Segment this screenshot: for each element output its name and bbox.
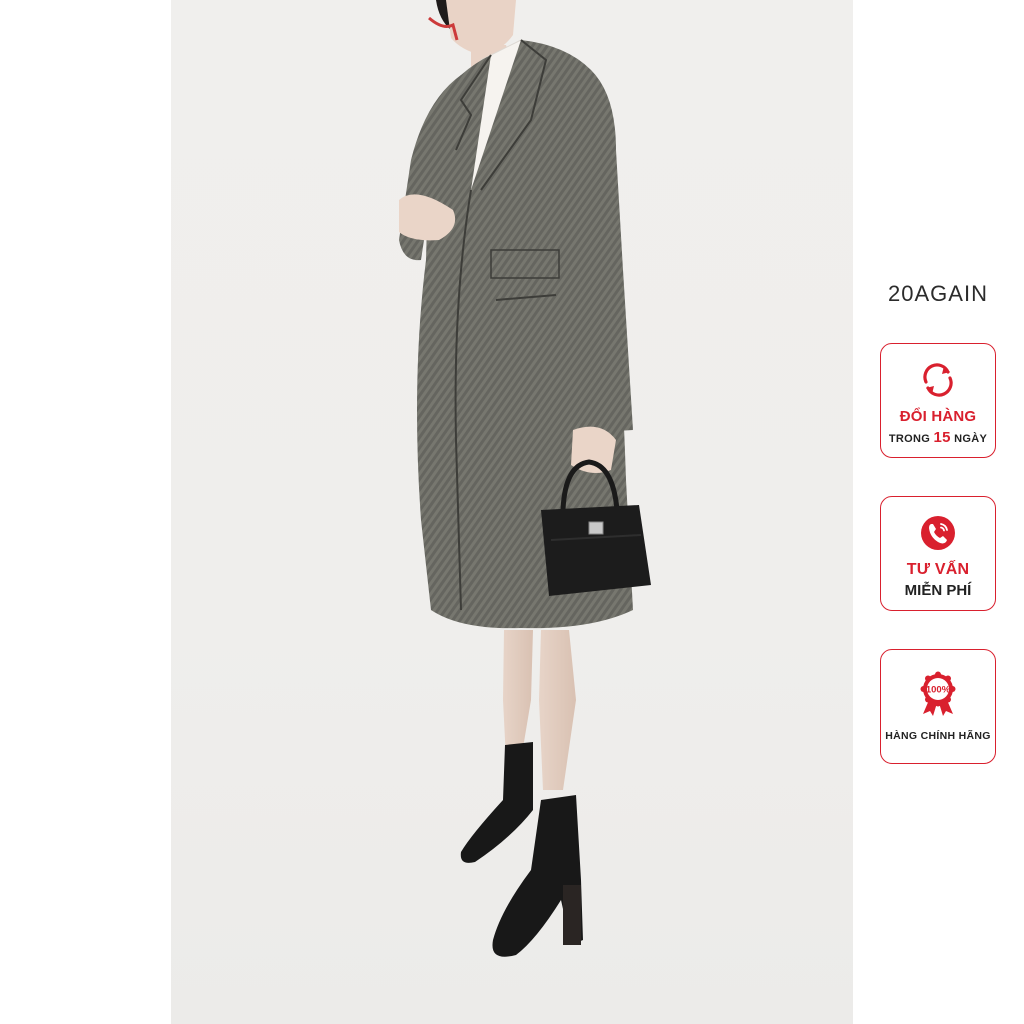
badge-subtitle: TRONG 15 NGÀY bbox=[889, 429, 987, 446]
seal-text: 100% bbox=[926, 685, 951, 696]
left-boot bbox=[460, 742, 533, 863]
genuine-seal-icon: 100% bbox=[920, 671, 956, 716]
phone-call-icon bbox=[921, 516, 955, 550]
brand-logo: 20AGAIN bbox=[888, 281, 988, 306]
badge-genuine: 100% HÀNG CHÍNH HÃNG bbox=[880, 649, 996, 764]
badge-free-consult: TƯ VẤN MIỄN PHÍ bbox=[880, 496, 996, 611]
exchange-arrows-icon bbox=[923, 363, 953, 397]
badge-subtitle-pre: TRONG bbox=[888, 433, 931, 445]
badge-subtitle-number: 15 bbox=[933, 429, 951, 446]
handbag bbox=[541, 505, 651, 596]
badge-subtitle-post: NGÀY bbox=[954, 433, 988, 445]
product-photo bbox=[171, 0, 853, 1024]
badge-title: ĐỔI HÀNG bbox=[899, 408, 977, 425]
model-illustration bbox=[399, 0, 651, 957]
badge-subtitle: MIỄN PHÍ bbox=[904, 582, 972, 599]
badge-title: HÀNG CHÍNH HÃNG bbox=[885, 730, 991, 742]
badge-title: TƯ VẤN bbox=[906, 561, 970, 578]
badge-exchange-policy: ĐỔI HÀNG TRONG 15 NGÀY bbox=[880, 343, 996, 458]
